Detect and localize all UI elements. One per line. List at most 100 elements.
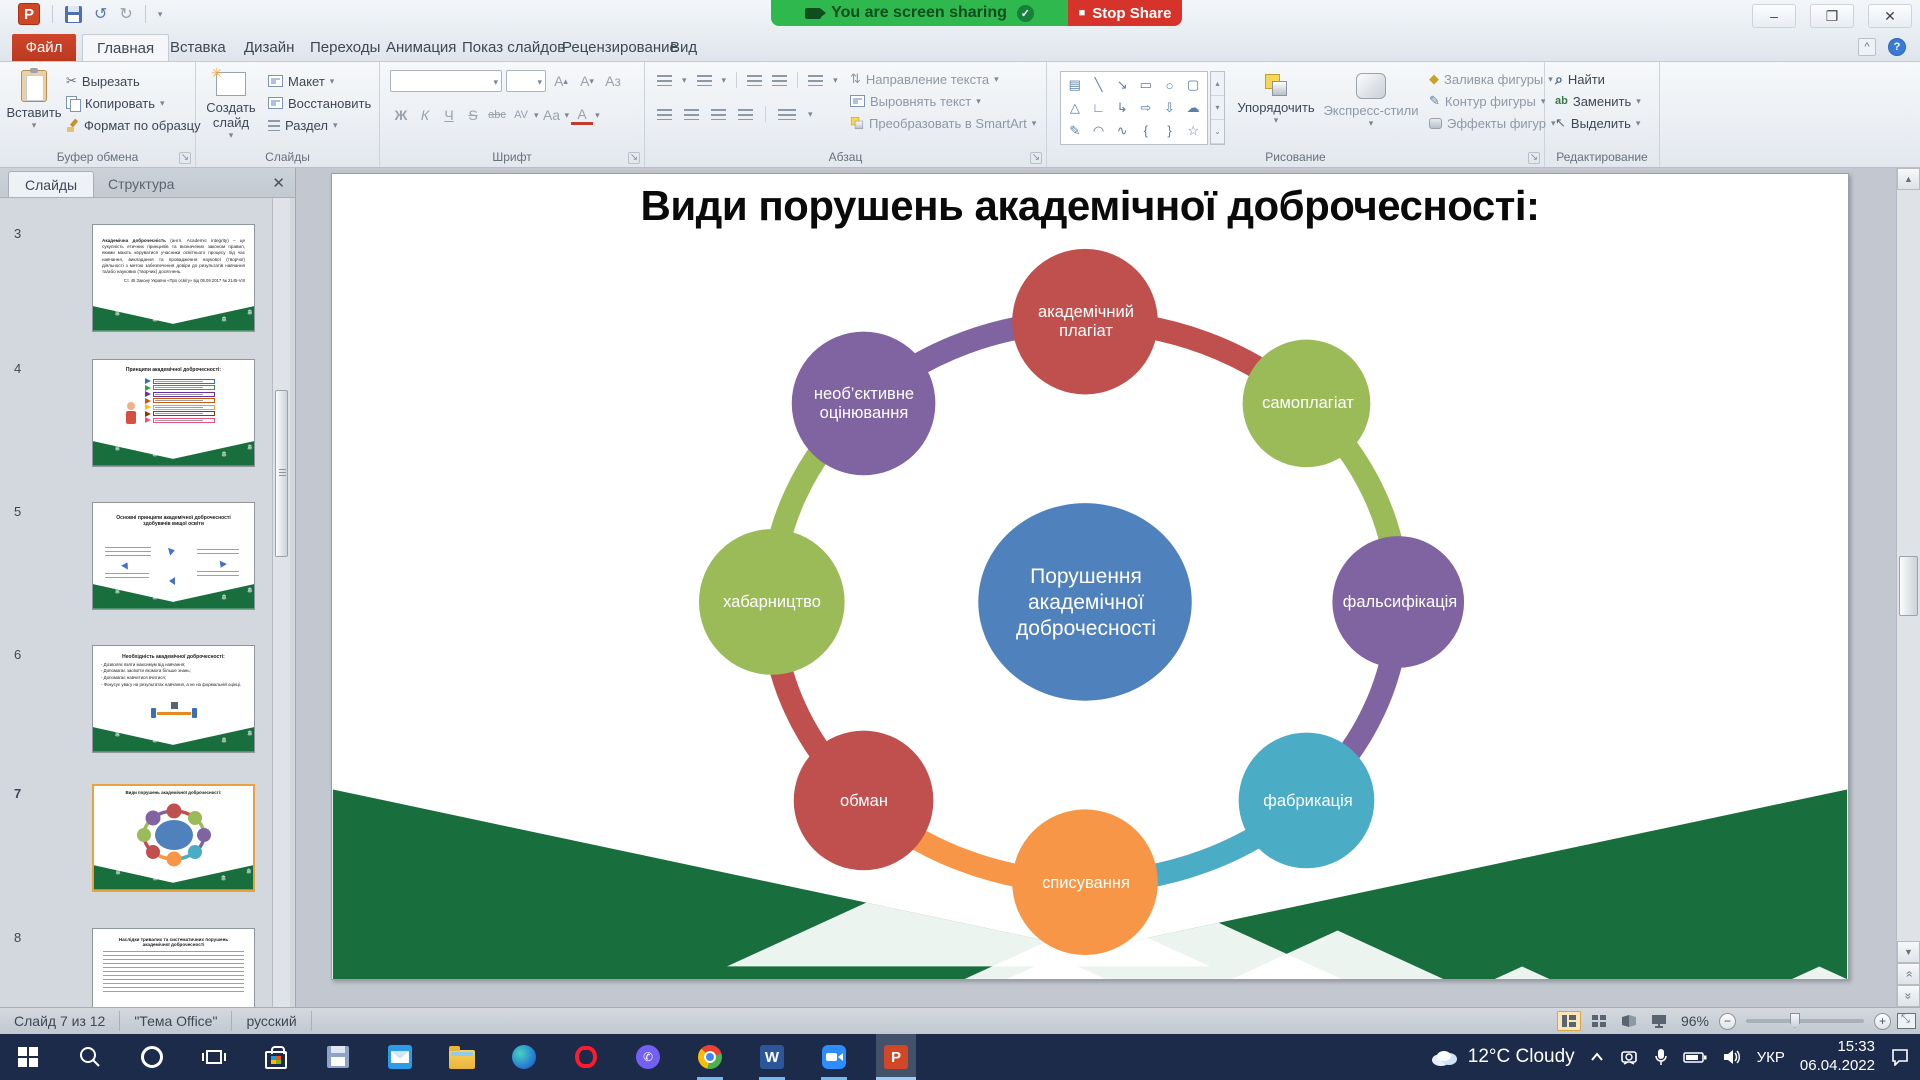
- view-normal-button[interactable]: [1557, 1011, 1581, 1031]
- numbering-icon[interactable]: [697, 75, 712, 86]
- underline-button[interactable]: Ч: [438, 104, 460, 126]
- zoom-level[interactable]: 96%: [1681, 1013, 1709, 1029]
- shape-scribble-icon[interactable]: ✎: [1063, 119, 1087, 142]
- replace-button[interactable]: ab Заменить ▾: [1555, 90, 1641, 112]
- shape-biased-grading[interactable]: [792, 332, 936, 476]
- previous-slide-button[interactable]: »: [1897, 963, 1920, 985]
- zoom-in-button[interactable]: +: [1874, 1013, 1891, 1030]
- shape-star-icon[interactable]: ☆: [1181, 119, 1205, 142]
- shape-selfplagiarism[interactable]: [1243, 340, 1371, 468]
- redo-icon[interactable]: ↻: [119, 4, 132, 24]
- opera-icon[interactable]: [566, 1034, 606, 1080]
- shape-effects-button[interactable]: Эффекты фигур ▾: [1429, 112, 1556, 134]
- shrink-font-button[interactable]: А▾: [576, 70, 598, 92]
- file-explorer-icon[interactable]: [442, 1034, 482, 1080]
- layout-button[interactable]: Макет ▾: [268, 70, 371, 92]
- microsoft-store-icon[interactable]: [256, 1034, 296, 1080]
- shape-rectangle-icon[interactable]: ▭: [1134, 74, 1158, 97]
- shapes-gallery[interactable]: ▤ ╲ ↘ ▭ ○ ▢ △ ∟ ↳ ⇨ ⇩ ☁ ✎ ◠ ∿ { } ☆: [1060, 71, 1208, 145]
- shape-textbox-icon[interactable]: ▤: [1063, 74, 1087, 97]
- slide-thumbnail-4[interactable]: Принципи академічної доброчесності:: [92, 359, 255, 467]
- zoom-slider-thumb[interactable]: [1790, 1013, 1800, 1028]
- shape-line-icon[interactable]: ╲: [1087, 74, 1111, 97]
- find-button[interactable]: ⌕ Найти: [1555, 68, 1641, 90]
- undo-icon[interactable]: ↺: [94, 4, 107, 24]
- increase-indent-icon[interactable]: [772, 75, 787, 86]
- shape-brace-left-icon[interactable]: {: [1134, 119, 1158, 142]
- font-dialog-launcher[interactable]: ↘: [628, 152, 640, 164]
- taskbar-search-icon[interactable]: [70, 1034, 110, 1080]
- shape-fabrication[interactable]: [1239, 733, 1375, 869]
- shape-bribery[interactable]: [699, 529, 845, 675]
- zoom-slider[interactable]: [1746, 1019, 1864, 1023]
- next-slide-button[interactable]: »: [1897, 985, 1920, 1007]
- slide-thumbnail-8[interactable]: Наслідки тривалих та систематичних поруш…: [92, 928, 255, 1007]
- slide-thumbnail-6[interactable]: Необхідність академічної доброчесності: …: [92, 645, 255, 753]
- editor-scrollbar-thumb[interactable]: [1899, 556, 1918, 616]
- editor-scrollbar[interactable]: ▲ ▼ » »: [1896, 168, 1920, 1007]
- tab-insert[interactable]: Вставка: [156, 34, 240, 61]
- word-icon[interactable]: W: [752, 1034, 792, 1080]
- powerpoint-taskbar-icon[interactable]: P: [876, 1034, 916, 1080]
- tray-camera-icon[interactable]: [1619, 1048, 1639, 1066]
- maximize-button[interactable]: ❐: [1810, 4, 1854, 28]
- task-view-icon[interactable]: [194, 1034, 234, 1080]
- tab-file[interactable]: Файл: [12, 34, 76, 61]
- slide-thumbnail-7[interactable]: Види порушень академічної доброчесності:: [92, 784, 255, 892]
- weather-widget[interactable]: 12°C Cloudy: [1429, 1046, 1575, 1068]
- powerpoint-app-icon[interactable]: P: [18, 3, 40, 25]
- viber-icon[interactable]: ✆: [628, 1034, 668, 1080]
- character-spacing-button[interactable]: AV: [510, 104, 532, 126]
- bullets-icon[interactable]: [657, 75, 672, 86]
- shape-cloud-icon[interactable]: ☁: [1181, 97, 1205, 120]
- drawing-dialog-launcher[interactable]: ↘: [1528, 152, 1540, 164]
- cortana-icon[interactable]: [132, 1034, 172, 1080]
- arrange-button[interactable]: Упорядочить ▾: [1233, 66, 1319, 146]
- slide-thumbnail-3[interactable]: Академічна доброчесність (англ. Academic…: [92, 224, 255, 332]
- align-right-icon[interactable]: [711, 109, 726, 120]
- shape-elbow-icon[interactable]: ∟: [1087, 97, 1111, 120]
- reset-button[interactable]: Восстановить: [268, 92, 371, 114]
- convert-smartart-button[interactable]: Преобразовать в SmartArt ▾: [850, 112, 1036, 134]
- shape-plagiarism[interactable]: [1012, 249, 1158, 395]
- clock[interactable]: 15:33 06.04.2022: [1800, 1038, 1875, 1076]
- mail-icon[interactable]: [380, 1034, 420, 1080]
- center-shape[interactable]: [978, 503, 1191, 701]
- text-direction-button[interactable]: ⇅ Направление текста ▾: [850, 68, 1036, 90]
- align-text-button[interactable]: Выровнять текст ▾: [850, 90, 1036, 112]
- shape-brace-right-icon[interactable]: }: [1158, 119, 1182, 142]
- shape-fill-button[interactable]: ◆ Заливка фигуры ▾: [1429, 68, 1556, 90]
- paragraph-dialog-launcher[interactable]: ↘: [1030, 152, 1042, 164]
- panel-tab-outline[interactable]: Структура: [92, 171, 190, 197]
- keyboard-language[interactable]: УКР: [1757, 1049, 1785, 1066]
- shape-deception[interactable]: [794, 731, 934, 871]
- start-button[interactable]: [8, 1034, 48, 1080]
- paste-button[interactable]: Вставить ▾: [5, 66, 63, 146]
- tray-battery-icon[interactable]: [1683, 1050, 1707, 1064]
- minimize-button[interactable]: –: [1752, 4, 1796, 28]
- panel-close-icon[interactable]: ✕: [272, 174, 285, 192]
- panel-scrollbar[interactable]: [272, 198, 290, 1007]
- shape-down-arrow-icon[interactable]: ⇩: [1158, 97, 1182, 120]
- align-left-icon[interactable]: [657, 109, 672, 120]
- clear-formatting-button[interactable]: Аз: [602, 70, 624, 92]
- line-spacing-icon[interactable]: [808, 75, 823, 86]
- save-icon[interactable]: [65, 6, 82, 23]
- shape-cheating[interactable]: [1012, 809, 1158, 955]
- cut-button[interactable]: ✂ Вырезать: [66, 70, 201, 92]
- justify-icon[interactable]: [738, 109, 753, 120]
- action-center-icon[interactable]: [1890, 1048, 1910, 1066]
- status-slide-number[interactable]: Слайд 7 из 12: [0, 1011, 120, 1031]
- tray-microphone-icon[interactable]: [1654, 1048, 1668, 1066]
- status-language[interactable]: русский: [232, 1011, 311, 1031]
- font-size-combo[interactable]: ▾: [506, 70, 546, 92]
- tray-expand-icon[interactable]: [1590, 1052, 1604, 1062]
- chrome-icon[interactable]: [690, 1034, 730, 1080]
- zoom-out-button[interactable]: −: [1719, 1013, 1736, 1030]
- shape-arrow-icon[interactable]: ↘: [1110, 74, 1134, 97]
- font-color-button[interactable]: A: [571, 106, 593, 125]
- grow-font-button[interactable]: А▴: [550, 70, 572, 92]
- change-case-button[interactable]: Aa: [541, 104, 563, 126]
- tab-view[interactable]: Вид: [656, 34, 711, 61]
- select-button[interactable]: ↖ Выделить ▾: [1555, 112, 1641, 134]
